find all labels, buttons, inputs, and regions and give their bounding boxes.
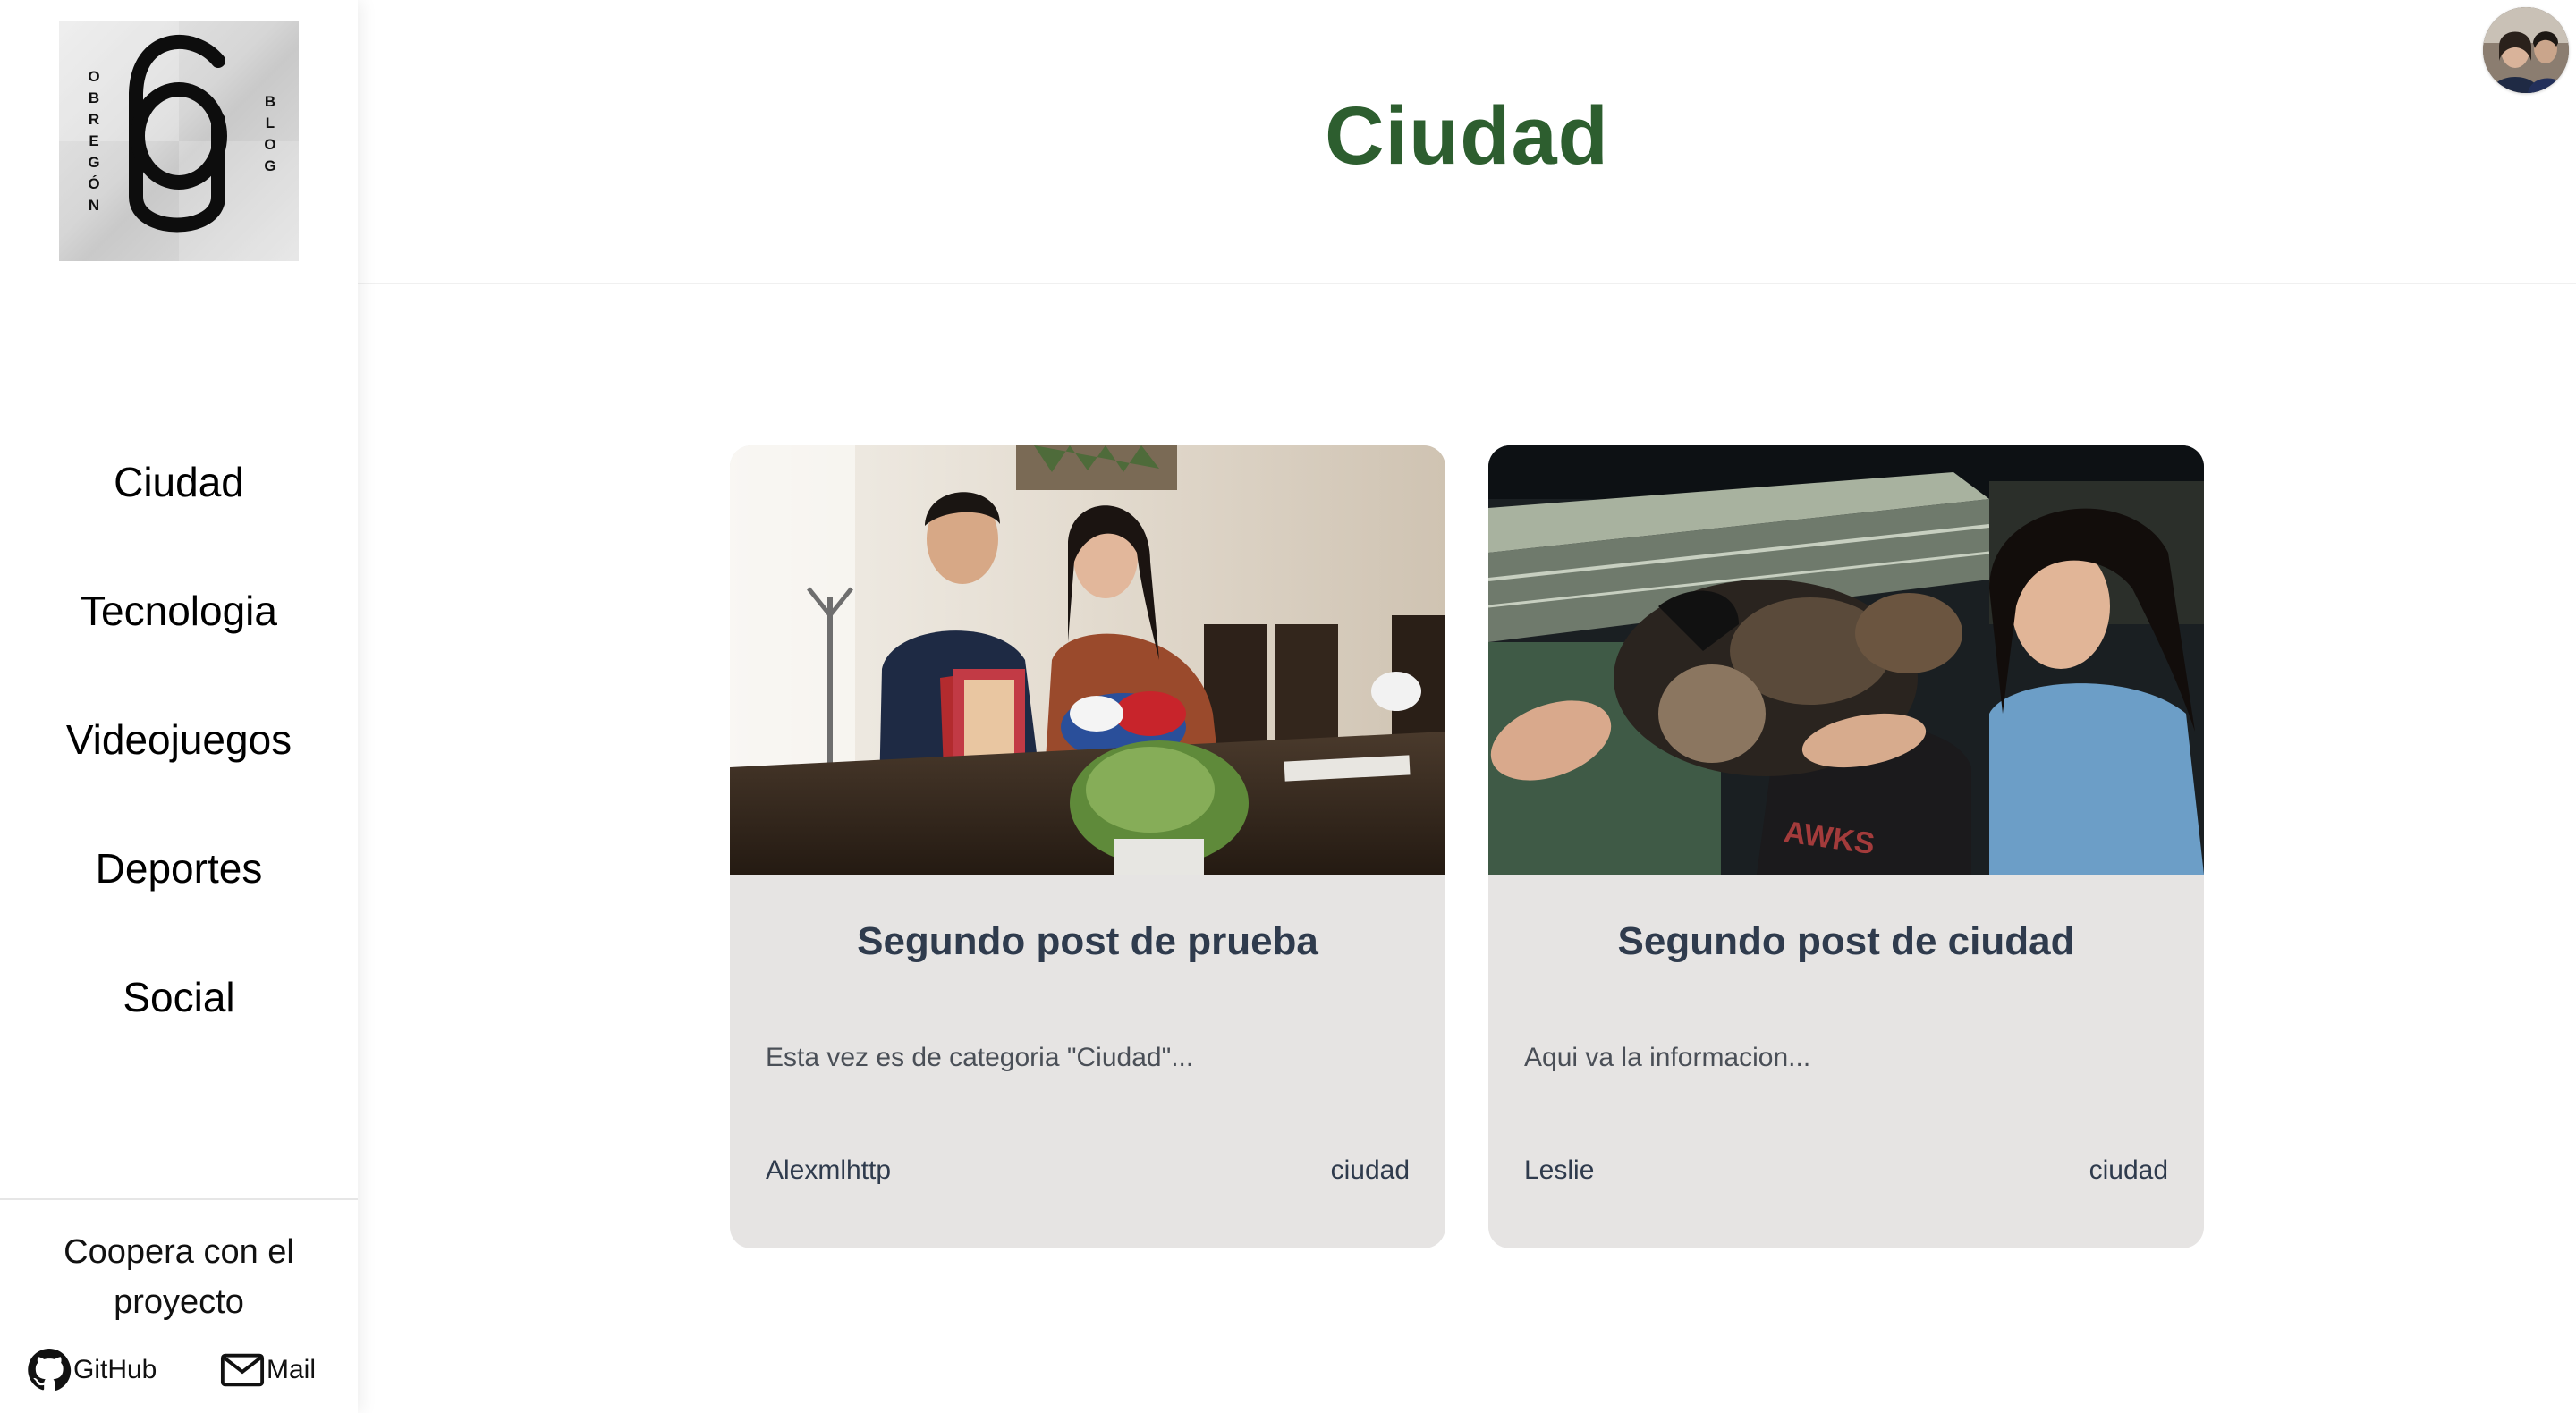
- post-card[interactable]: Segundo post de prueba Esta vez es de ca…: [730, 445, 1445, 1248]
- nav-item-label: Videojuegos: [65, 716, 292, 763]
- page-header: Ciudad: [358, 0, 2576, 284]
- post-photo-image: AWKS: [1488, 445, 2204, 875]
- logo-left-text: OBREGÓN: [88, 68, 100, 214]
- nav-item-social[interactable]: Social: [0, 944, 358, 1073]
- post-author: Alexmlhttp: [766, 1155, 892, 1185]
- page-title: Ciudad: [1325, 90, 1609, 182]
- post-photo: [730, 445, 1445, 875]
- nav-item-label: Social: [123, 974, 235, 1020]
- nav-item-deportes[interactable]: Deportes: [0, 816, 358, 944]
- post-category[interactable]: ciudad: [2089, 1155, 2168, 1186]
- footer-links: GitHub Mail: [27, 1343, 349, 1397]
- coop-text: Coopera con el proyecto: [64, 1233, 294, 1321]
- mail-icon: [220, 1353, 265, 1387]
- nav-item-label: Ciudad: [114, 459, 244, 505]
- github-label: GitHub: [73, 1355, 157, 1384]
- post-excerpt: Esta vez es de categoria "Ciudad"...: [766, 1043, 1194, 1072]
- app-root: OBREGÓN BLOG Ciudad Tecnologia Videojueg…: [0, 0, 2576, 1413]
- sidebar: OBREGÓN BLOG Ciudad Tecnologia Videojueg…: [0, 0, 358, 1413]
- post-category[interactable]: ciudad: [1331, 1155, 1410, 1186]
- post-title[interactable]: Segundo post de ciudad: [1488, 919, 2204, 964]
- category-nav: Ciudad Tecnologia Videojuegos Deportes S…: [0, 429, 358, 1073]
- post-photo: AWKS: [1488, 445, 2204, 875]
- post-author: Leslie: [1524, 1155, 1595, 1185]
- user-avatar[interactable]: [2483, 7, 2569, 93]
- mail-link[interactable]: Mail: [220, 1343, 316, 1397]
- post-title[interactable]: Segundo post de prueba: [730, 919, 1445, 964]
- mail-label: Mail: [267, 1355, 317, 1384]
- blog-logo[interactable]: OBREGÓN BLOG: [59, 21, 299, 261]
- github-link[interactable]: GitHub: [27, 1343, 157, 1397]
- avatar-photo-icon: [2483, 7, 2569, 93]
- post-excerpt: Aqui va la informacion...: [1524, 1043, 1811, 1072]
- nav-item-videojuegos[interactable]: Videojuegos: [0, 687, 358, 816]
- logo-right-text: BLOG: [264, 93, 276, 174]
- sidebar-footer: Coopera con el proyecto GitHub Mail: [0, 1198, 358, 1413]
- post-photo-image: [730, 445, 1445, 875]
- github-icon: [28, 1349, 72, 1391]
- nav-item-ciudad[interactable]: Ciudad: [0, 429, 358, 558]
- nav-item-tecnologia[interactable]: Tecnologia: [0, 558, 358, 687]
- post-card[interactable]: AWKS Segundo post de ciudad Aqui va la i…: [1488, 445, 2204, 1248]
- nav-item-label: Deportes: [95, 845, 263, 892]
- nav-item-label: Tecnologia: [80, 588, 277, 634]
